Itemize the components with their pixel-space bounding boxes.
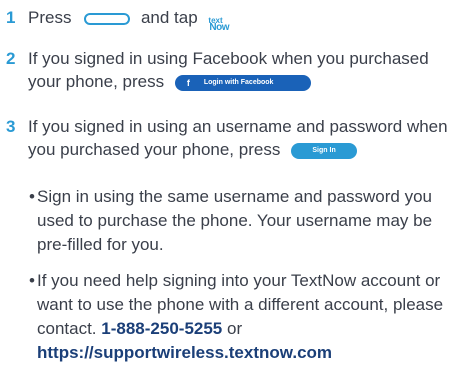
step-3: 3 If you signed in using an username and… xyxy=(0,115,466,161)
bullet-content: If you need help signing into your TextN… xyxy=(29,269,461,365)
login-with-facebook-label: Login with Facebook xyxy=(203,78,274,86)
bullet-marker: • xyxy=(29,271,35,290)
step-1-text-after: and tap xyxy=(140,8,198,27)
bullet-item: • Sign in using the same username and pa… xyxy=(29,185,461,257)
app-icon-label-bottom: Now xyxy=(209,21,230,33)
bullet-text: Sign in using the same username and pass… xyxy=(37,187,433,254)
bullet-item: • If you need help signing into your Tex… xyxy=(29,269,461,365)
step-number: 1 xyxy=(6,8,16,27)
step-2: 2 If you signed in using Facebook when y… xyxy=(0,47,466,93)
step-number: 3 xyxy=(6,117,16,136)
support-url-link[interactable]: https://supportwireless.textnow.com xyxy=(37,343,332,362)
connector-text: or xyxy=(227,319,243,338)
bullet-marker: • xyxy=(29,187,35,206)
support-phone-number[interactable]: 1-888-250-5255 xyxy=(101,319,222,338)
step-3-text: If you signed in using an username and p… xyxy=(28,117,448,159)
step-1: 1 Press and tap text Now xyxy=(0,6,232,33)
textnow-app-icon: text Now xyxy=(206,10,232,33)
step-1-text-before: Press xyxy=(28,8,72,27)
login-with-facebook-button[interactable]: f Login with Facebook xyxy=(174,74,311,91)
home-button-icon xyxy=(84,12,131,25)
step-number: 2 xyxy=(6,49,16,68)
sign-in-button[interactable]: Sign In xyxy=(291,142,358,159)
facebook-f-icon: f xyxy=(186,77,190,88)
